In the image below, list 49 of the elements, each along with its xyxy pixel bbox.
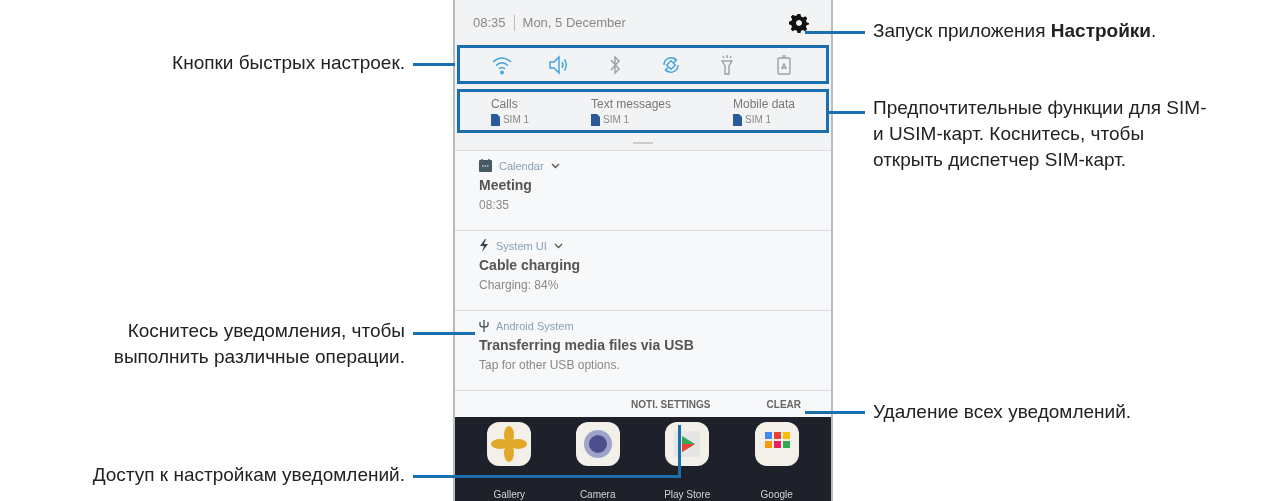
settings-icon[interactable] [789, 12, 809, 33]
app-label[interactable]: Gallery [493, 489, 526, 500]
sim-card-icon [732, 113, 742, 126]
app-label[interactable]: Camera [579, 489, 616, 500]
sim-name: SIM 1 [744, 114, 772, 125]
lightning-icon [479, 239, 489, 252]
chevron-icon[interactable] [550, 162, 560, 169]
sim-function-label[interactable]: Text messages [591, 96, 672, 111]
drag-handle[interactable] [633, 142, 653, 144]
clock-time: 08:35 [473, 15, 506, 30]
callout-text: Удаление всех уведомлений. [873, 400, 1133, 424]
notification-title: Cable charging [479, 257, 582, 273]
callout-text: Коснитесь уведомления, чтобы выполнить различные операции. [112, 319, 405, 369]
app-icon[interactable] [575, 422, 620, 466]
callout-text: Кнопки быстрых настроек. [171, 51, 405, 75]
callout-text: Предпочтительные функции для SIM- и USIM-карт. Коснитесь, чтобы открыть диспетчер SIM-карт. [873, 96, 1208, 172]
date-text: Mon, 5 December [522, 15, 626, 30]
chevron-icon[interactable] [553, 242, 563, 249]
app-label[interactable]: Google [760, 489, 793, 500]
calendar-icon [479, 159, 492, 172]
callout-text: Запуск приложения Настройки. [873, 19, 1158, 43]
sim-card-icon [490, 113, 500, 126]
usb-icon [479, 319, 489, 332]
notification-text: Charging: 84% [479, 278, 560, 292]
sim-name: SIM 1 [603, 114, 630, 125]
sim-function-label[interactable]: Mobile data [732, 96, 795, 111]
leader-line [413, 332, 475, 335]
notification-text: 08:35 [479, 198, 511, 212]
app-name: System UI [496, 239, 547, 252]
notification-title: Transferring media files via USB [479, 337, 695, 353]
sim-card-icon [591, 113, 600, 126]
app-icon[interactable] [665, 422, 710, 466]
sim-function-label[interactable]: Calls [490, 96, 530, 111]
notification-card[interactable]: Calendar Meeting 08:35 [455, 151, 831, 231]
app-name: Calendar [499, 159, 544, 172]
leader-line [413, 63, 455, 66]
callout-text: Доступ к настройкам уведомлений. [91, 463, 405, 487]
app-label[interactable]: Play Store [664, 489, 711, 500]
text-button[interactable]: NOTI. SETTINGS [629, 396, 713, 412]
notification-card[interactable]: System UI Cable charging Charging: 84% [455, 231, 831, 311]
notification-text: Tap for other USB options. [479, 358, 621, 372]
app-name: Android System [496, 319, 574, 332]
leader-line [805, 31, 865, 34]
notification-title: Meeting [479, 177, 533, 193]
leader-line [805, 411, 865, 414]
app-icon[interactable] [487, 422, 532, 466]
app-icon[interactable] [754, 422, 799, 466]
text-button[interactable]: CLEAR [764, 396, 803, 412]
sim-name: SIM 1 [502, 114, 530, 125]
